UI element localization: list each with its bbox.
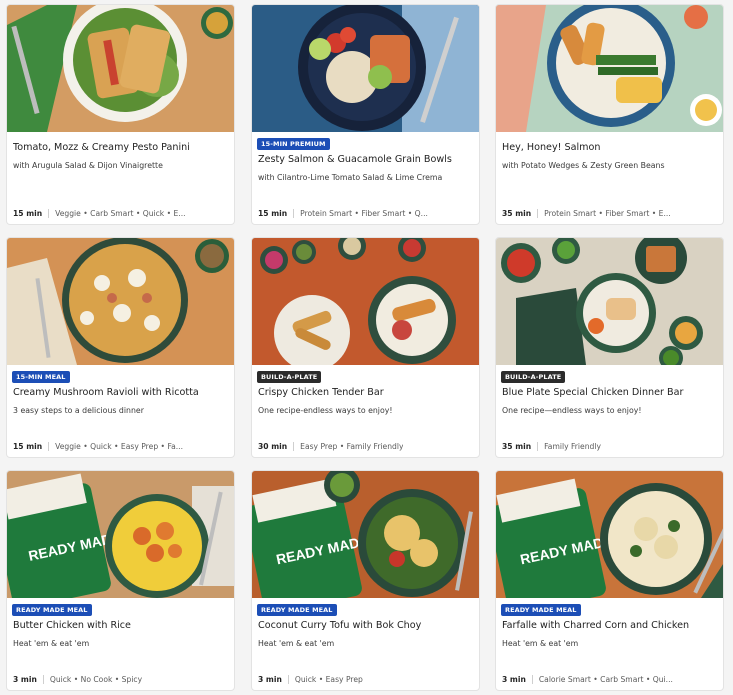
- recipe-meta: 15 min Veggie • Quick • Easy Prep • Fa..…: [13, 442, 228, 451]
- recipe-subtitle: Heat 'em & eat 'em: [502, 639, 579, 648]
- recipe-subtitle: with Potato Wedges & Zesty Green Beans: [502, 161, 665, 170]
- recipe-tags: Calorie Smart • Carb Smart • Qui...: [538, 675, 673, 684]
- recipe-title[interactable]: Creamy Mushroom Ravioli with Ricotta: [13, 387, 228, 398]
- recipe-card[interactable]: Hey, Honey! Salmon with Potato Wedges & …: [495, 4, 724, 225]
- recipe-meta: 35 min Protein Smart • Fiber Smart • E..…: [502, 209, 717, 218]
- recipe-tags: Family Friendly: [544, 442, 601, 451]
- recipe-image[interactable]: [7, 5, 234, 132]
- recipe-meta: 35 min Family Friendly: [502, 442, 717, 451]
- recipe-card[interactable]: READY MADE MEALS READY MADE MEAL Farfall…: [495, 470, 724, 691]
- recipe-image[interactable]: READY MADE MEALS: [252, 471, 479, 598]
- recipe-image[interactable]: [7, 238, 234, 365]
- recipe-subtitle: 3 easy steps to a delicious dinner: [13, 406, 144, 415]
- recipe-title[interactable]: Coconut Curry Tofu with Bok Choy: [258, 620, 473, 631]
- cook-time: 35 min: [502, 209, 532, 218]
- badge: READY MADE MEAL: [501, 604, 581, 616]
- recipe-title[interactable]: Blue Plate Special Chicken Dinner Bar: [502, 387, 717, 398]
- recipe-tags: Protein Smart • Fiber Smart • Q...: [300, 209, 428, 218]
- cook-time: 35 min: [502, 442, 532, 451]
- recipe-card[interactable]: BUILD-A-PLATE Blue Plate Special Chicken…: [495, 237, 724, 458]
- recipe-image[interactable]: [496, 5, 723, 132]
- recipe-tags: Protein Smart • Fiber Smart • E...: [544, 209, 671, 218]
- recipe-tags: Easy Prep • Family Friendly: [300, 442, 404, 451]
- recipe-subtitle: with Cilantro-Lime Tomato Salad & Lime C…: [258, 173, 443, 182]
- recipe-meta: 3 min Quick • No Cook • Spicy: [13, 675, 228, 684]
- recipe-meta: 3 min Calorie Smart • Carb Smart • Qui..…: [502, 675, 717, 684]
- recipe-card[interactable]: BUILD-A-PLATE Crispy Chicken Tender Bar …: [251, 237, 480, 458]
- badge: 15-MIN PREMIUM: [257, 138, 330, 150]
- recipe-subtitle: Heat 'em & eat 'em: [258, 639, 335, 648]
- recipe-meta: 3 min Quick • Easy Prep: [258, 675, 473, 684]
- recipe-card[interactable]: 15-MIN MEAL Creamy Mushroom Ravioli with…: [6, 237, 235, 458]
- divider: [537, 209, 539, 218]
- divider: [48, 209, 50, 218]
- divider: [287, 675, 289, 684]
- recipe-title[interactable]: Farfalle with Charred Corn and Chicken: [502, 620, 717, 631]
- recipe-subtitle: One recipe-endless ways to enjoy!: [258, 406, 393, 415]
- recipe-meta: 15 min Protein Smart • Fiber Smart • Q..…: [258, 209, 473, 218]
- cook-time: 30 min: [258, 442, 288, 451]
- recipe-tags: Quick • No Cook • Spicy: [49, 675, 143, 684]
- recipe-tags: Veggie • Carb Smart • Quick • E...: [55, 209, 186, 218]
- badge: READY MADE MEAL: [12, 604, 92, 616]
- recipe-image[interactable]: [496, 238, 723, 365]
- badge: 15-MIN MEAL: [12, 371, 70, 383]
- recipe-subtitle: with Arugula Salad & Dijon Vinaigrette: [13, 161, 163, 170]
- recipe-image[interactable]: [252, 5, 479, 132]
- recipe-grid: Tomato, Mozz & Creamy Pesto Panini with …: [0, 0, 733, 695]
- cook-time: 15 min: [258, 209, 288, 218]
- cook-time: 3 min: [13, 675, 37, 684]
- recipe-meta: 15 min Veggie • Carb Smart • Quick • E..…: [13, 209, 228, 218]
- recipe-card[interactable]: READY MADE MEALS READY MADE MEAL Coconut…: [251, 470, 480, 691]
- cook-time: 15 min: [13, 442, 43, 451]
- recipe-title[interactable]: Tomato, Mozz & Creamy Pesto Panini: [13, 142, 228, 153]
- divider: [537, 442, 539, 451]
- recipe-image[interactable]: READY MADE MEALS: [496, 471, 723, 598]
- recipe-meta: 30 min Easy Prep • Family Friendly: [258, 442, 473, 451]
- recipe-card[interactable]: 15-MIN PREMIUM Zesty Salmon & Guacamole …: [251, 4, 480, 225]
- badge: BUILD-A-PLATE: [257, 371, 322, 383]
- cook-time: 15 min: [13, 209, 43, 218]
- recipe-title[interactable]: Crispy Chicken Tender Bar: [258, 387, 473, 398]
- divider: [293, 442, 295, 451]
- divider: [293, 209, 295, 218]
- badge: READY MADE MEAL: [257, 604, 337, 616]
- recipe-tags: Veggie • Quick • Easy Prep • Fa...: [55, 442, 184, 451]
- recipe-card[interactable]: Tomato, Mozz & Creamy Pesto Panini with …: [6, 4, 235, 225]
- cook-time: 3 min: [258, 675, 282, 684]
- recipe-tags: Quick • Easy Prep: [294, 675, 363, 684]
- divider: [531, 675, 533, 684]
- recipe-card[interactable]: READY MADE MEALS READY MADE MEAL Butter …: [6, 470, 235, 691]
- recipe-image[interactable]: [252, 238, 479, 365]
- recipe-subtitle: Heat 'em & eat 'em: [13, 639, 90, 648]
- recipe-title[interactable]: Hey, Honey! Salmon: [502, 142, 717, 153]
- recipe-title[interactable]: Zesty Salmon & Guacamole Grain Bowls: [258, 154, 473, 165]
- recipe-title[interactable]: Butter Chicken with Rice: [13, 620, 228, 631]
- divider: [48, 442, 50, 451]
- recipe-image[interactable]: READY MADE MEALS: [7, 471, 234, 598]
- divider: [42, 675, 44, 684]
- badge: BUILD-A-PLATE: [501, 371, 566, 383]
- recipe-subtitle: One recipe—endless ways to enjoy!: [502, 406, 642, 415]
- cook-time: 3 min: [502, 675, 526, 684]
